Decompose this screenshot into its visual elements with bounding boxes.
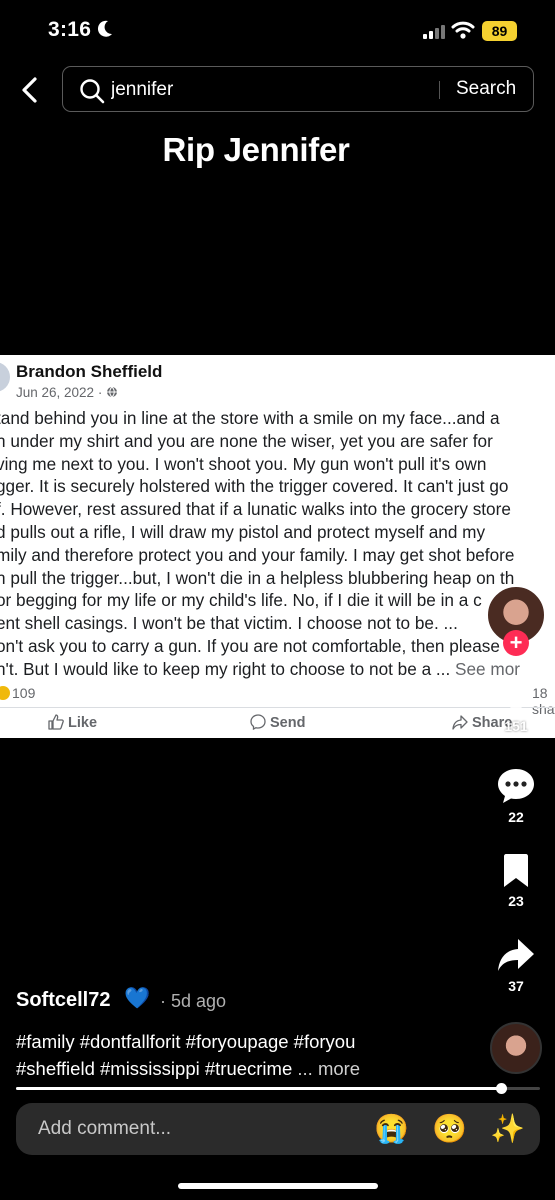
status-time: 3:16 bbox=[48, 18, 92, 41]
video-title: Rip Jennifer bbox=[162, 131, 350, 168]
moon-icon bbox=[96, 19, 114, 45]
progress-handle[interactable] bbox=[495, 1083, 507, 1094]
bookmark-icon bbox=[504, 854, 528, 887]
post-body: tand behind you in line at the store wit… bbox=[0, 407, 555, 681]
back-chevron-icon[interactable] bbox=[18, 76, 42, 104]
posted-time: · 5d ago bbox=[160, 991, 227, 1011]
send-label: Send bbox=[270, 715, 306, 731]
like-button[interactable]: Like bbox=[48, 714, 97, 731]
post-last-line: n't. But I would like to keep my right t… bbox=[0, 658, 456, 679]
globe-icon bbox=[107, 386, 118, 398]
caption-more-link[interactable]: ... more bbox=[297, 1058, 360, 1079]
like-label: Like bbox=[68, 715, 98, 731]
comment-input[interactable]: Add comment... bbox=[38, 1118, 171, 1140]
post-line: tand behind you in line at the store wit… bbox=[0, 408, 500, 428]
reaction-summary[interactable]: 109 bbox=[0, 685, 35, 701]
reaction-count: 109 bbox=[12, 685, 36, 701]
reaction-emoji-icon bbox=[0, 686, 10, 700]
blue-heart-icon: 💙 bbox=[124, 987, 151, 1010]
post-author: Brandon Sheffield bbox=[16, 362, 163, 381]
signal-icon bbox=[423, 25, 447, 39]
share-icon bbox=[498, 939, 534, 971]
post-line: ent shell casings. I won't be that victi… bbox=[0, 613, 458, 634]
search-button[interactable]: Search bbox=[456, 78, 516, 100]
divider bbox=[0, 707, 555, 708]
post-line: on't ask you to carry a gun. If you are … bbox=[0, 635, 500, 656]
search-box: Search bbox=[62, 66, 534, 112]
search-icon bbox=[79, 78, 105, 104]
post-line: d pulls out a rifle, I will draw my pist… bbox=[0, 521, 486, 542]
search-divider bbox=[439, 81, 440, 99]
crying-emoji-button[interactable]: 😭 bbox=[374, 1112, 409, 1145]
wifi-icon bbox=[451, 20, 475, 40]
sound-disc[interactable] bbox=[490, 1022, 542, 1074]
comment-action[interactable]: 22 bbox=[490, 767, 542, 825]
bookmark-count: 23 bbox=[508, 893, 524, 909]
video-progress-bar[interactable] bbox=[16, 1083, 540, 1094]
post-line: or begging for my life or my child's lif… bbox=[0, 590, 482, 611]
battery-indicator: 89 bbox=[482, 21, 517, 41]
sparkles-emoji-button[interactable]: ✨ bbox=[490, 1112, 525, 1145]
caption-line-2: #sheffield #mississippi #truecrime ... m… bbox=[16, 1055, 486, 1082]
caption-line: #family #dontfallforit #foryoupage #fory… bbox=[16, 1031, 356, 1052]
post-line: n pull the trigger...but, I won't die in… bbox=[0, 567, 515, 588]
messenger-icon bbox=[250, 714, 266, 731]
embedded-post[interactable]: Brandon Sheffield Jun 26, 2022 · tand be… bbox=[0, 355, 555, 738]
post-line: n't. But I would like to keep my right t… bbox=[0, 658, 555, 681]
see-more-link[interactable]: See mor bbox=[455, 659, 520, 679]
like-count: 151 bbox=[504, 718, 528, 734]
search-input[interactable] bbox=[111, 78, 431, 102]
status-bar: 3:16 89 bbox=[0, 0, 555, 62]
thumbs-up-icon bbox=[48, 714, 64, 730]
comment-icon bbox=[498, 769, 534, 803]
post-line: gger. It is securely holstered with the … bbox=[0, 476, 509, 497]
post-line: f. However, rest assured that if a lunat… bbox=[0, 499, 511, 520]
video-caption[interactable]: #family #dontfallforit #foryoupage #fory… bbox=[16, 1028, 486, 1082]
bookmark-action[interactable]: 23 bbox=[490, 853, 542, 909]
comment-count: 22 bbox=[508, 809, 524, 825]
comment-bar[interactable]: Add comment... 😭 🥺 ✨ bbox=[16, 1103, 540, 1155]
progress-fill bbox=[16, 1087, 501, 1090]
post-line: ving me next to you. I won't shoot you. … bbox=[0, 453, 487, 474]
post-date: Jun 26, 2022 · bbox=[16, 385, 118, 400]
like-action[interactable]: 151 bbox=[490, 678, 542, 734]
post-line: n under my shirt and you are none the wi… bbox=[0, 430, 493, 451]
home-indicator bbox=[178, 1183, 378, 1189]
pleading-emoji-button[interactable]: 🥺 bbox=[432, 1112, 467, 1145]
caption-tags: #sheffield #mississippi #truecrime bbox=[16, 1058, 298, 1079]
share-count: 37 bbox=[508, 978, 524, 994]
creator-username[interactable]: Softcell72 bbox=[16, 989, 110, 1012]
post-line: mily and therefore protect you and your … bbox=[0, 544, 515, 565]
post-date-text: Jun 26, 2022 · bbox=[16, 385, 107, 400]
avatar bbox=[0, 362, 10, 392]
heart-icon bbox=[498, 679, 534, 712]
follow-button[interactable]: + bbox=[503, 630, 529, 656]
share-action[interactable]: 37 bbox=[490, 936, 542, 994]
search-header: Search bbox=[0, 66, 555, 114]
share-arrow-icon bbox=[452, 715, 468, 730]
send-button[interactable]: Send bbox=[250, 714, 305, 731]
